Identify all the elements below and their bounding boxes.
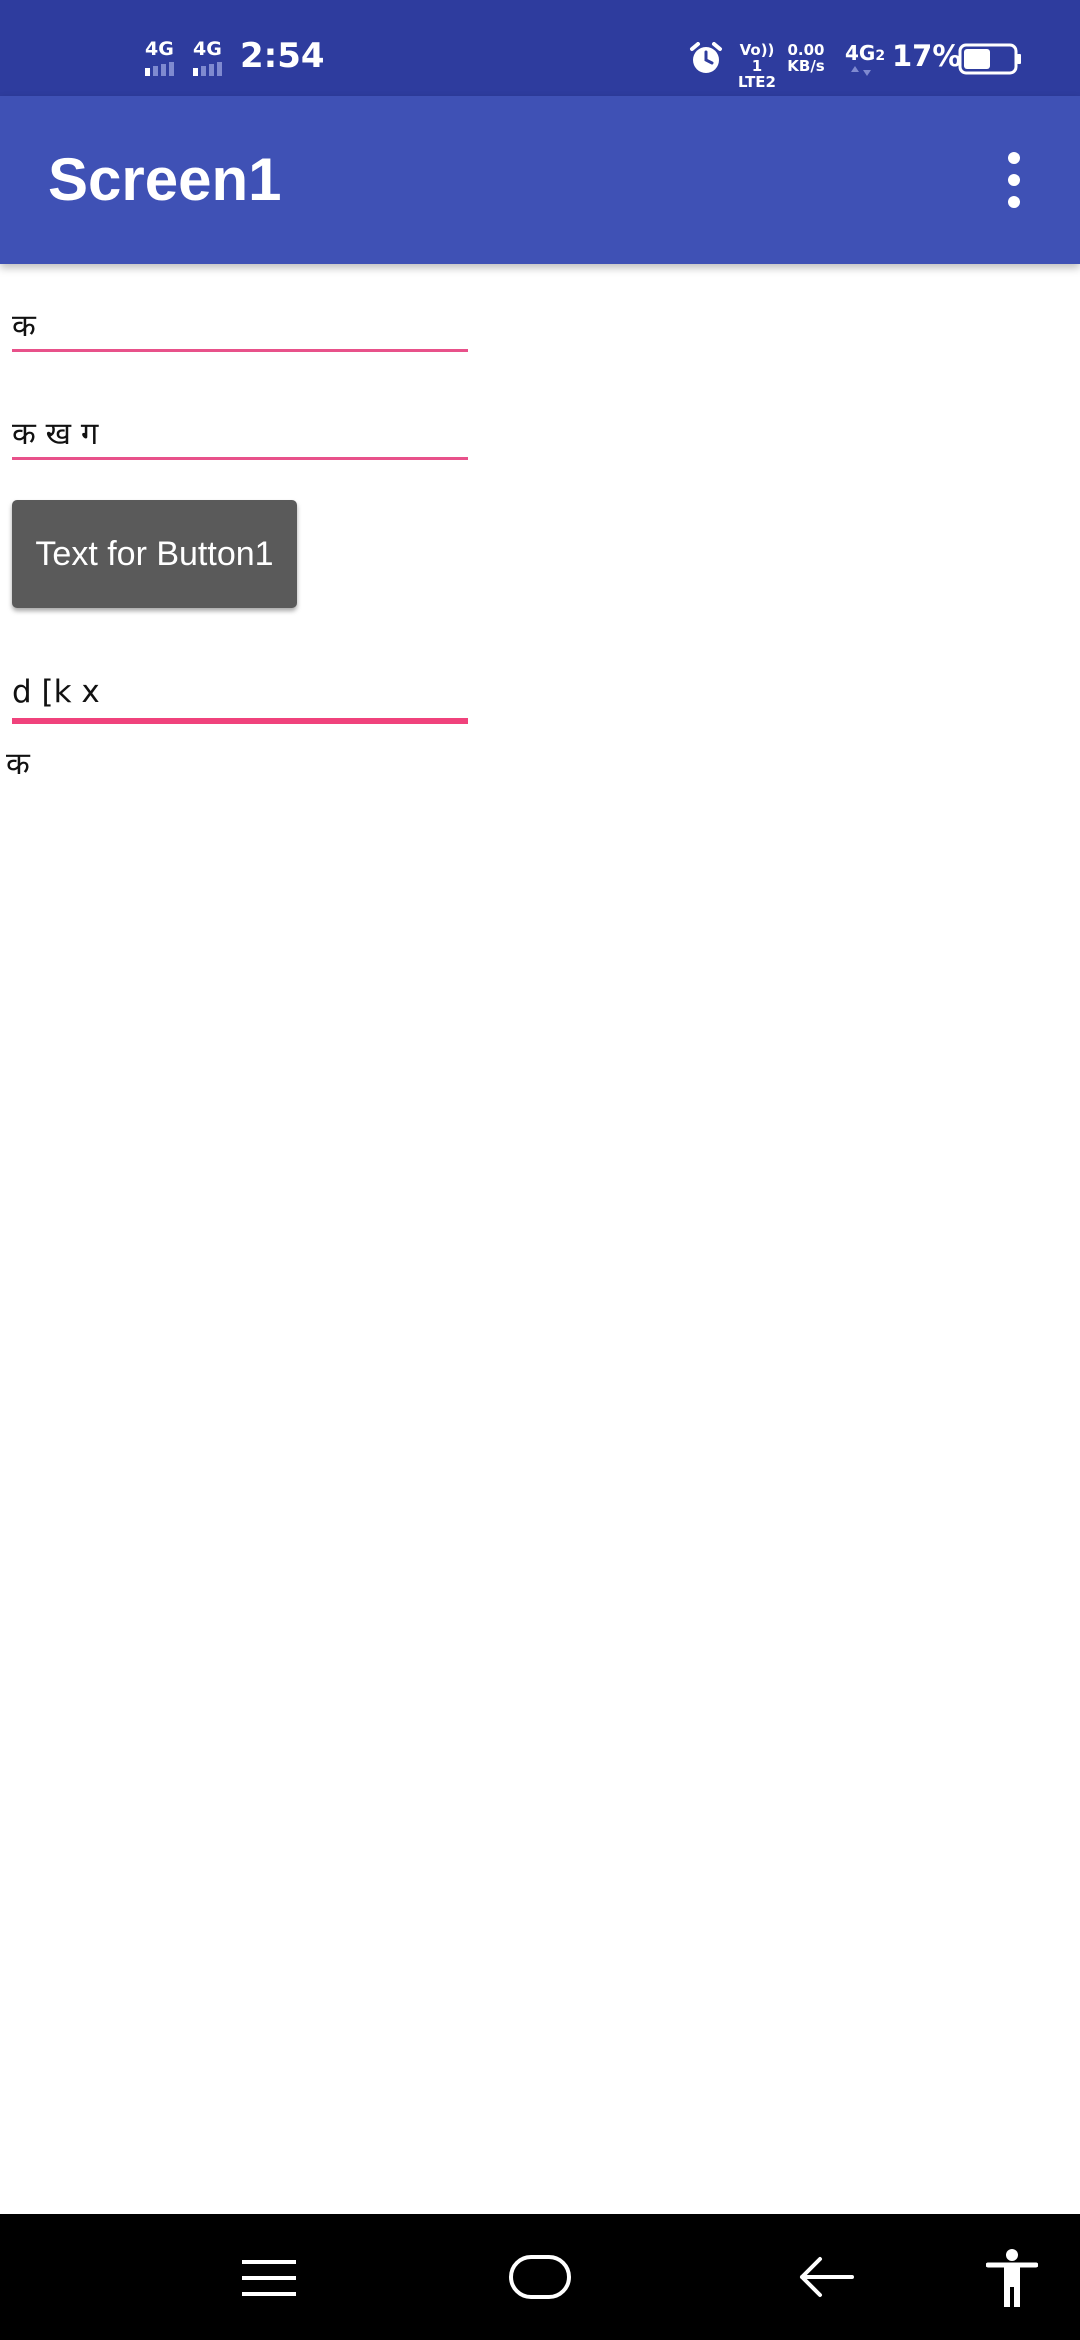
battery-icon (958, 43, 1021, 75)
network-type-3: 4G (845, 41, 876, 65)
network-type-3-icon: 4G2 (845, 42, 885, 76)
button1[interactable]: Text for Button1 (12, 500, 297, 608)
back-icon[interactable] (796, 2252, 856, 2302)
status-bar: 4G 4G 2:54 Vo)) 1 LTE2 0.00 KB/s 4G2 17% (0, 0, 1080, 96)
data-arrows-icon (851, 66, 871, 76)
battery-fill (964, 49, 990, 69)
more-vert-icon[interactable] (990, 144, 1038, 216)
textbox3[interactable]: d [k x (12, 660, 468, 724)
signal-icon: 4G (143, 40, 183, 78)
signal-bars-icon (145, 62, 174, 76)
app-title: Screen1 (48, 146, 282, 213)
speed-value: 0.00 (787, 41, 825, 59)
textbox1[interactable]: क (12, 294, 468, 352)
home-icon[interactable] (508, 2252, 572, 2302)
app-bar: Screen1 (0, 96, 1080, 264)
content-area: क क ख ग Text for Button1 d [k x क (0, 264, 1080, 2214)
label1: क (6, 746, 30, 782)
network-speed: 0.00 KB/s (784, 42, 828, 76)
menu-icon[interactable] (240, 2254, 298, 2302)
volte-top-label: Vo)) 1 (739, 41, 775, 75)
network-type-3-sub: 2 (875, 48, 886, 64)
network-type-1: 4G (145, 38, 174, 60)
screen: 4G 4G 2:54 Vo)) 1 LTE2 0.00 KB/s 4G2 17%… (0, 0, 1080, 2340)
battery-percent: 17% (892, 39, 962, 73)
network-type-2: 4G (193, 38, 222, 60)
speed-unit: KB/s (787, 57, 825, 75)
status-time: 2:54 (240, 36, 325, 76)
signal-bars-icon-2 (193, 62, 222, 76)
signal-icon-2: 4G (191, 40, 231, 78)
navigation-bar (0, 2214, 1080, 2340)
volte-bottom-label: LTE2 (738, 73, 776, 91)
volte-icon: Vo)) 1 LTE2 (733, 41, 781, 90)
alarm-icon (690, 42, 722, 73)
accessibility-icon[interactable] (986, 2248, 1038, 2308)
textbox2[interactable]: क ख ग (12, 402, 468, 460)
